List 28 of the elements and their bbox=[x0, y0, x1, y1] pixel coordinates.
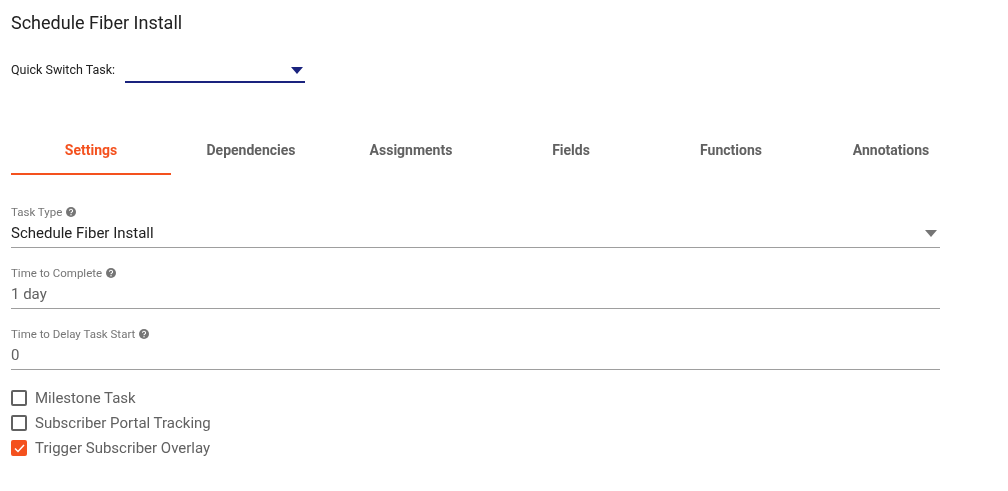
select-field[interactable]: Task Type Schedule Fiber Install bbox=[11, 205, 940, 248]
caret-icon bbox=[925, 229, 937, 237]
field-label: Time to Delay Task Start bbox=[11, 327, 136, 341]
input-field[interactable]: Time to Complete 1 day bbox=[11, 266, 940, 309]
caret-icon bbox=[291, 66, 304, 74]
input-field[interactable]: Time to Delay Task Start 0 bbox=[11, 327, 940, 370]
tab[interactable]: Annotations bbox=[811, 127, 971, 175]
checkbox-label: Subscriber Portal Tracking bbox=[35, 413, 211, 433]
tab[interactable]: Dependencies bbox=[171, 127, 331, 175]
checkbox-label: Trigger Subscriber Overlay bbox=[35, 438, 211, 458]
help-icon bbox=[139, 329, 150, 339]
field-label: Task Type bbox=[11, 205, 63, 219]
quick-switch-label: Quick Switch Task: bbox=[11, 62, 116, 79]
page-title: Schedule Fiber Install bbox=[11, 12, 183, 34]
help-icon bbox=[106, 268, 117, 278]
checkbox[interactable] bbox=[11, 390, 27, 406]
tab[interactable]: Assignments bbox=[331, 127, 491, 175]
checkbox[interactable] bbox=[11, 440, 27, 456]
checkbox[interactable] bbox=[11, 415, 27, 431]
help-icon bbox=[66, 207, 77, 217]
tab[interactable]: Settings bbox=[11, 127, 171, 175]
tab[interactable]: Functions bbox=[651, 127, 811, 175]
field-value: 1 day bbox=[11, 284, 47, 304]
field-value: 0 bbox=[11, 345, 20, 365]
field-value: Schedule Fiber Install bbox=[11, 223, 154, 243]
field-label: Time to Complete bbox=[11, 266, 103, 280]
checkbox-label: Milestone Task bbox=[35, 388, 136, 408]
tab[interactable]: Fields bbox=[491, 127, 651, 175]
